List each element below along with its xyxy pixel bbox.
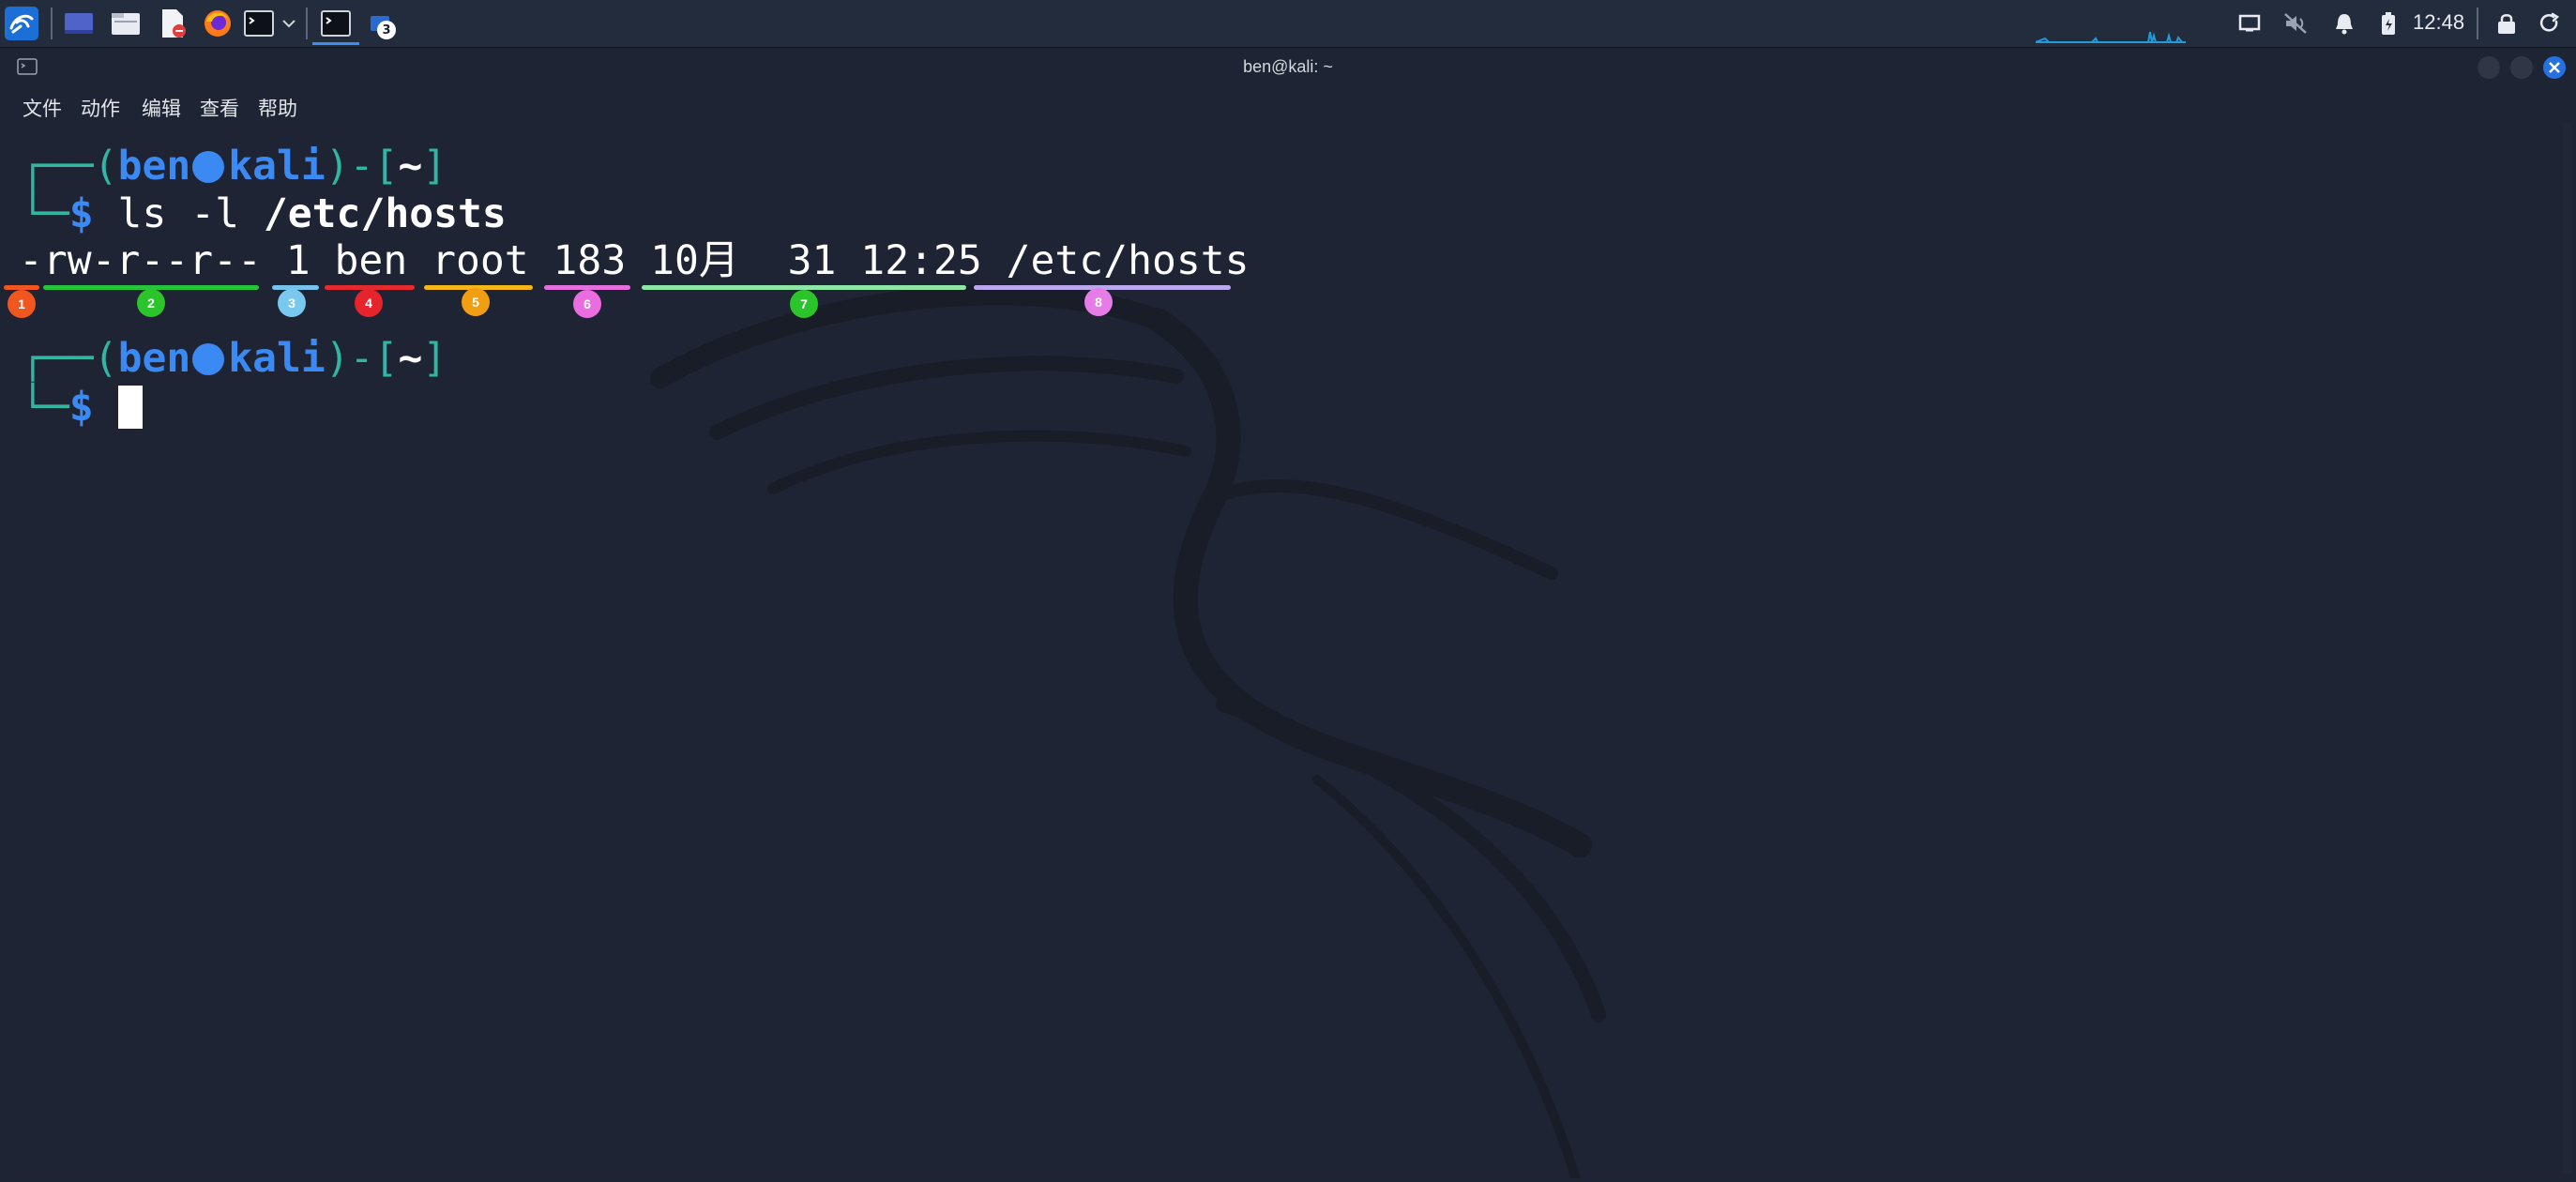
prompt-line: ┌──(ben kali)-[~] [21, 335, 447, 382]
annotation-marker-2: 2 [137, 289, 165, 317]
active-window-indicator [312, 42, 359, 45]
dropdown-icon[interactable] [276, 7, 302, 40]
prompt-dir: ~ [398, 335, 423, 382]
prompt-bracket-close: ] [422, 143, 447, 189]
minimize-button[interactable] [2478, 56, 2500, 79]
taskbar-separator [306, 8, 308, 39]
file-manager-icon[interactable] [109, 7, 143, 40]
scrollbar[interactable] [2563, 123, 2572, 1174]
prompt-corner: └─ [21, 190, 69, 237]
command-text: ls -l [93, 190, 264, 237]
prompt-user: ben [117, 335, 191, 382]
text-editor-icon[interactable] [156, 7, 189, 40]
prompt-host: kali [228, 335, 326, 382]
prompt-separator: )-[ [325, 143, 399, 189]
command-line: └─$ [21, 384, 143, 431]
command-argument: /etc/hosts [263, 190, 507, 237]
taskbar-separator [2477, 8, 2478, 39]
prompt-dir: ~ [398, 143, 423, 189]
menu-actions[interactable]: 动作 [81, 94, 120, 122]
taskbar: 3 12:48 [0, 0, 2576, 48]
kali-logo-icon [192, 343, 225, 375]
mute-icon[interactable] [2280, 7, 2313, 40]
command-line: └─$ ls -l /etc/hosts [21, 190, 507, 237]
menu-file[interactable]: 文件 [23, 94, 62, 122]
window-count-badge: 3 [377, 21, 396, 39]
text-cursor [117, 386, 143, 429]
terminal-window-icon[interactable] [319, 7, 353, 40]
title-bar[interactable]: ben@kali: ~ [0, 48, 2576, 87]
annotation-marker-8: 8 [1084, 288, 1113, 316]
kali-logo-icon [192, 151, 225, 183]
annotation-marker-5: 5 [462, 288, 490, 316]
cpu-graph [2036, 31, 2186, 43]
kali-menu-icon[interactable] [5, 7, 38, 40]
annotation-marker-3: 3 [278, 289, 306, 317]
maximize-button[interactable] [2510, 56, 2533, 79]
battery-icon[interactable] [2371, 7, 2405, 40]
prompt-line: ┌──(ben kali)-[~] [21, 143, 447, 189]
annotation-marker-7: 7 [790, 290, 818, 318]
annotation-marker-1: 1 [8, 290, 36, 318]
lock-icon[interactable] [2490, 7, 2523, 40]
terminal-window: ben@kali: ~ 文件 动作 编辑 查看 帮助 ┌──(ben kali)… [0, 48, 2576, 1182]
power-icon[interactable] [2533, 7, 2567, 40]
annotation-marker-6: 6 [573, 290, 601, 318]
bell-icon[interactable] [2327, 7, 2361, 40]
prompt-dollar: $ [68, 190, 94, 237]
desktop-icon[interactable] [62, 7, 96, 40]
prompt-user: ben [117, 143, 191, 189]
firefox-icon[interactable] [201, 7, 235, 40]
taskbar-separator [51, 8, 53, 39]
prompt-corner: └─ [21, 384, 69, 431]
prompt-bracket: ┌──( [21, 143, 118, 189]
prompt-dollar: $ [68, 384, 94, 431]
terminal-icon[interactable] [242, 7, 276, 40]
prompt-bracket: ┌──( [21, 335, 118, 382]
menu-bar: 文件 动作 编辑 查看 帮助 [0, 88, 2576, 124]
clock[interactable]: 12:48 [2413, 10, 2464, 35]
close-icon [2549, 62, 2560, 73]
annotation-marker-4: 4 [355, 289, 383, 317]
window-title: ben@kali: ~ [1243, 57, 1333, 76]
prompt-host: kali [228, 143, 326, 189]
ls-output: -rw-r--r-- 1 ben root 183 10月 31 12:25 /… [19, 237, 1250, 284]
prompt-separator: )-[ [325, 335, 399, 382]
prompt-bracket-close: ] [422, 335, 447, 382]
menu-help[interactable]: 帮助 [258, 94, 297, 122]
display-icon[interactable] [2233, 7, 2266, 40]
terminal-content[interactable]: ┌──(ben kali)-[~] └─$ ls -l /etc/hosts -r… [4, 123, 2572, 1178]
close-button[interactable] [2543, 56, 2566, 79]
menu-view[interactable]: 查看 [200, 94, 239, 122]
menu-edit[interactable]: 编辑 [142, 94, 181, 122]
